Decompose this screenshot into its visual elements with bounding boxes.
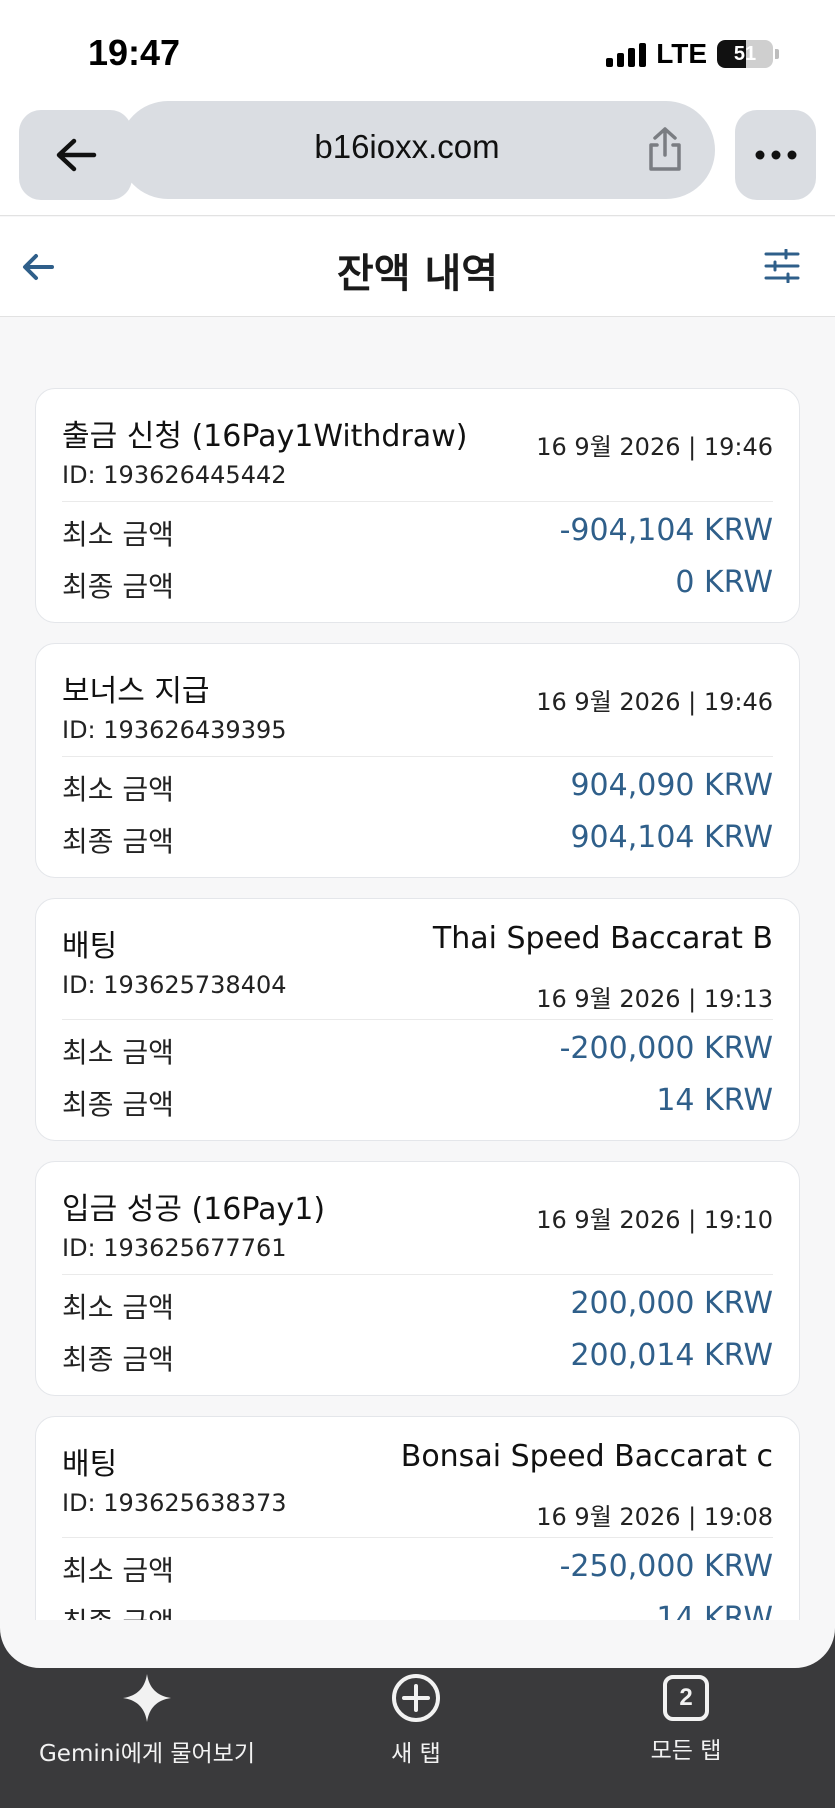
transaction-game: Bonsai Speed Baccarat c: [400, 1439, 773, 1474]
final-amount-value: 904,104 KRW: [570, 820, 773, 855]
transaction-list[interactable]: 출금 신청 (16Pay1Withdraw) 16 9월 2026 | 19:4…: [0, 318, 835, 1643]
min-amount-label: 최소 금액: [62, 1291, 174, 1324]
final-amount-label: 최종 금액: [62, 1088, 174, 1121]
min-amount-value: -250,000 KRW: [559, 1549, 773, 1584]
new-tab-label: 새 탭: [391, 1741, 441, 1767]
min-amount-value: 904,090 KRW: [570, 768, 773, 803]
final-amount-label: 최종 금액: [62, 825, 174, 858]
transaction-card[interactable]: 배팅 Thai Speed Baccarat B ID: 19362573840…: [35, 898, 800, 1141]
status-bar: 19:47 LTE 51: [0, 0, 835, 100]
transaction-title: 배팅: [62, 929, 118, 964]
battery-level: 51: [733, 42, 757, 65]
min-amount-value: -904,104 KRW: [559, 513, 773, 548]
toolbar-curve: [0, 1620, 835, 1668]
transaction-date: 16 9월 2026 | 19:46: [536, 433, 773, 461]
min-amount-label: 최소 금액: [62, 1036, 174, 1069]
transaction-title: 배팅: [62, 1447, 118, 1482]
arrow-left-icon: [56, 138, 96, 172]
final-amount-value: 14 KRW: [656, 1083, 773, 1118]
card-divider: [62, 1274, 773, 1275]
tab-count: 2: [679, 1684, 693, 1711]
more-horizontal-icon: [755, 150, 796, 160]
signal-icon: [606, 41, 647, 67]
transaction-id: ID: 193626439395: [62, 716, 287, 744]
battery-icon: 51: [717, 40, 773, 68]
transaction-card[interactable]: 출금 신청 (16Pay1Withdraw) 16 9월 2026 | 19:4…: [35, 388, 800, 623]
status-indicators: LTE 51: [606, 38, 779, 70]
final-amount-value: 0 KRW: [675, 565, 773, 600]
transaction-id: ID: 193625738404: [62, 971, 287, 999]
transaction-id: ID: 193625677761: [62, 1234, 287, 1262]
sparkle-icon: [123, 1674, 171, 1722]
gemini-label: Gemini에게 물어보기: [38, 1741, 255, 1767]
transaction-card[interactable]: 입금 성공 (16Pay1) 16 9월 2026 | 19:10 ID: 19…: [35, 1161, 800, 1396]
min-amount-label: 최소 금액: [62, 1554, 174, 1587]
status-time: 19:47: [88, 32, 181, 73]
card-divider: [62, 1537, 773, 1538]
browser-more-button[interactable]: [735, 110, 816, 200]
url-text: b16ioxx.com: [314, 128, 500, 165]
transaction-date: 16 9월 2026 | 19:46: [536, 688, 773, 716]
tabs-icon: 2: [663, 1675, 709, 1721]
min-amount-label: 최소 금액: [62, 773, 174, 806]
network-type: LTE: [656, 38, 707, 69]
final-amount-value: 200,014 KRW: [570, 1338, 773, 1373]
card-divider: [62, 1019, 773, 1020]
min-amount-value: -200,000 KRW: [559, 1031, 773, 1066]
final-amount-label: 최종 금액: [62, 1343, 174, 1376]
final-amount-label: 최종 금액: [62, 570, 174, 603]
transaction-card[interactable]: 배팅 Bonsai Speed Baccarat c ID: 193625638…: [35, 1416, 800, 1643]
transaction-card[interactable]: 보너스 지급 16 9월 2026 | 19:46 ID: 1936264393…: [35, 643, 800, 878]
browser-back-button[interactable]: [19, 110, 132, 200]
card-divider: [62, 756, 773, 757]
browser-bar: b16ioxx.com: [0, 100, 835, 216]
transaction-title: 보너스 지급: [62, 674, 210, 709]
transaction-id: ID: 193626445442: [62, 461, 287, 489]
new-tab-button[interactable]: 새 탭: [366, 1672, 466, 1768]
battery-nub: [775, 49, 779, 59]
share-icon[interactable]: [643, 125, 687, 173]
transaction-date: 16 9월 2026 | 19:08: [536, 1503, 773, 1531]
transaction-title: 출금 신청 (16Pay1Withdraw): [62, 419, 468, 454]
transaction-date: 16 9월 2026 | 19:10: [536, 1206, 773, 1234]
min-amount-value: 200,000 KRW: [570, 1286, 773, 1321]
plus-circle-icon: [392, 1674, 440, 1722]
gemini-button[interactable]: Gemini에게 물어보기: [38, 1672, 256, 1768]
transaction-game: Thai Speed Baccarat B: [432, 921, 773, 956]
page-title: 잔액 내역: [336, 251, 499, 297]
transaction-date: 16 9월 2026 | 19:13: [536, 985, 773, 1013]
filter-button[interactable]: [757, 241, 807, 291]
all-tabs-button[interactable]: 2 모든 탭: [636, 1672, 736, 1765]
page-header: 잔액 내역: [0, 217, 835, 317]
card-divider: [62, 501, 773, 502]
all-tabs-label: 모든 탭: [650, 1738, 722, 1764]
transaction-id: ID: 193625638373: [62, 1489, 287, 1517]
address-bar[interactable]: b16ioxx.com: [119, 101, 715, 199]
min-amount-label: 최소 금액: [62, 518, 174, 551]
sliders-icon: [764, 249, 800, 283]
transaction-title: 입금 성공 (16Pay1): [62, 1192, 326, 1227]
